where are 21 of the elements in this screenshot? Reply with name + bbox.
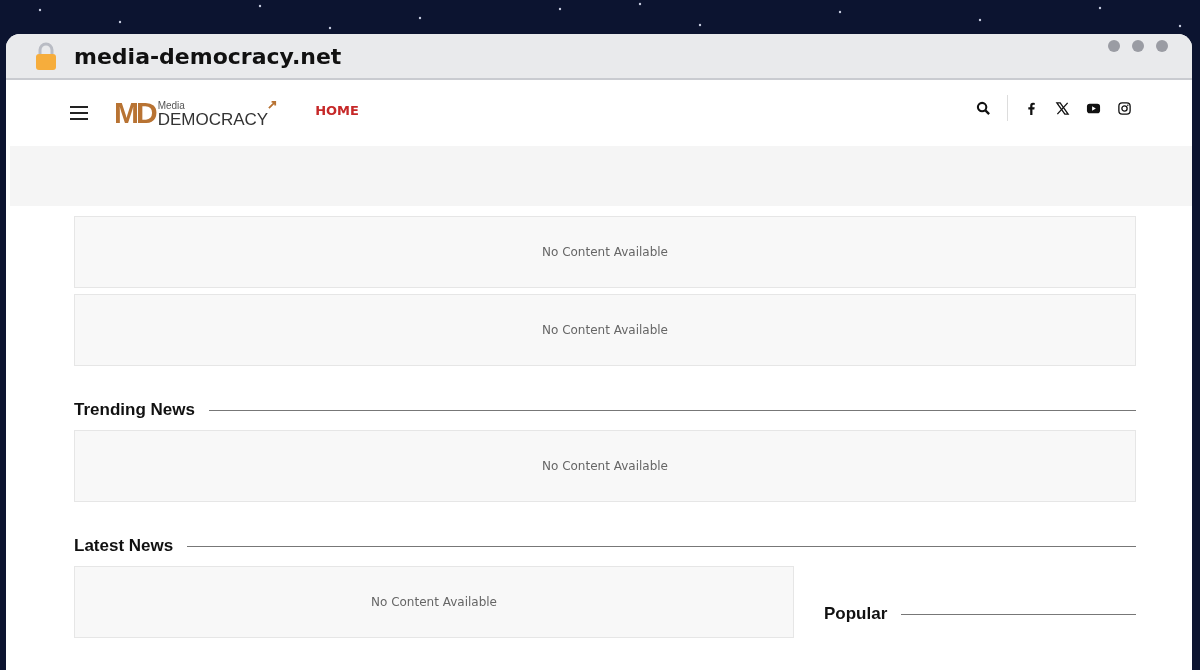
window-dot[interactable] — [1156, 40, 1168, 52]
camera-icon[interactable] — [1117, 100, 1132, 116]
window-dot[interactable] — [1108, 40, 1120, 52]
logo-text[interactable]: DEMOCRACY — [157, 111, 269, 128]
url-text[interactable]: media-democracy.net — [74, 43, 342, 69]
empty-message: No Content Available — [542, 245, 668, 259]
empty-message: No Content Available — [371, 595, 497, 609]
lock-icon — [34, 41, 58, 71]
window-dot[interactable] — [1132, 40, 1144, 52]
empty-message: No Content Available — [542, 323, 668, 337]
logo-mark[interactable]: MD — [114, 98, 155, 128]
search-icon[interactable] — [976, 100, 991, 116]
nav-link[interactable]: HOME — [315, 103, 359, 118]
arrow-icon — [268, 100, 278, 109]
empty-message: No Content Available — [542, 459, 668, 473]
section-title: Trending News — [74, 400, 195, 420]
menu-icon[interactable] — [70, 106, 88, 120]
section-title: Latest News — [74, 536, 174, 556]
logo-text[interactable]: Media — [157, 101, 269, 111]
x-icon[interactable] — [1055, 100, 1070, 116]
section-title: Popular — [824, 604, 888, 624]
